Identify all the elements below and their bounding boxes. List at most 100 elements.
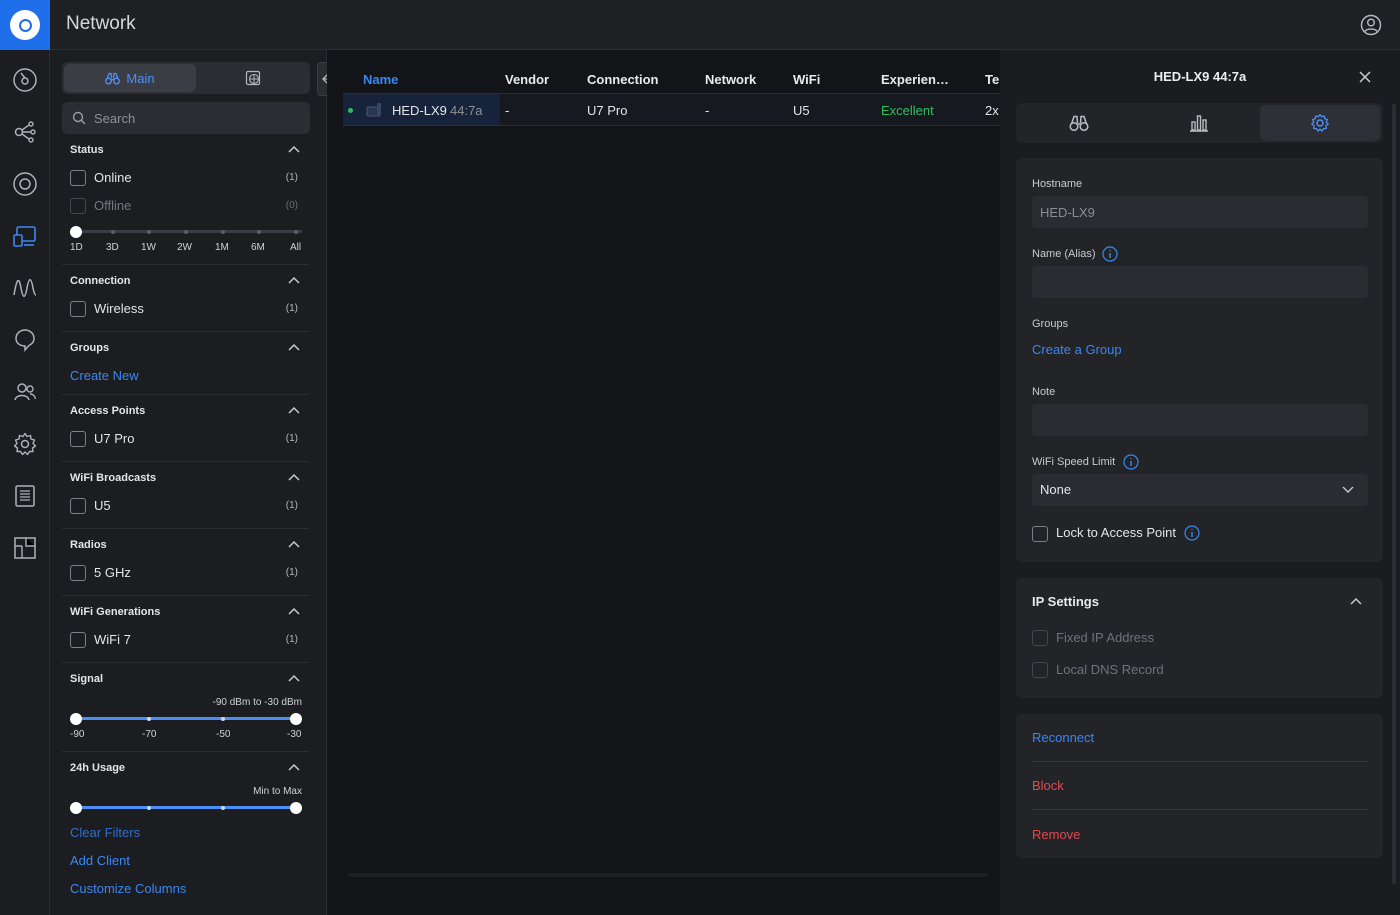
u5-checkbox[interactable] bbox=[70, 498, 86, 514]
note-input[interactable] bbox=[1032, 404, 1368, 436]
time-tick-label[interactable]: 3D bbox=[106, 242, 119, 253]
ubiquiti-logo[interactable] bbox=[0, 0, 50, 50]
info-icon[interactable] bbox=[1123, 454, 1139, 470]
client-vendor: - bbox=[505, 103, 510, 118]
speed-limit-select[interactable]: None bbox=[1032, 474, 1368, 506]
binoculars-icon bbox=[105, 72, 121, 84]
hostname-input bbox=[1032, 196, 1368, 228]
tab-overview[interactable] bbox=[1019, 105, 1139, 141]
u7-pro-checkbox[interactable] bbox=[70, 431, 86, 447]
chevron-up-icon[interactable] bbox=[288, 276, 300, 284]
usage-max-handle[interactable] bbox=[290, 802, 302, 814]
user-circle-icon[interactable] bbox=[1360, 14, 1382, 36]
online-checkbox[interactable] bbox=[70, 170, 86, 186]
tab-settings[interactable] bbox=[1260, 105, 1380, 141]
client-technology: 2x bbox=[985, 103, 999, 118]
chevron-up-icon[interactable] bbox=[288, 674, 300, 682]
time-tick-label[interactable]: 6M bbox=[251, 242, 265, 253]
alias-field[interactable] bbox=[1032, 266, 1368, 298]
table-row[interactable]: HED-LX9 44:7a - U7 Pro - U5 Excellent 2x bbox=[343, 93, 1003, 126]
devices-icon[interactable] bbox=[12, 171, 38, 197]
signal-max-handle[interactable] bbox=[290, 713, 302, 725]
dashboard-icon[interactable] bbox=[12, 67, 38, 93]
floorplan-icon[interactable] bbox=[12, 535, 38, 561]
block-button[interactable]: Block bbox=[1032, 778, 1064, 793]
info-icon[interactable] bbox=[1184, 525, 1200, 541]
column-header-connection[interactable]: Connection bbox=[587, 72, 659, 87]
chevron-up-icon[interactable] bbox=[288, 406, 300, 414]
info-icon[interactable] bbox=[1102, 246, 1118, 262]
u5-label: U5 bbox=[94, 498, 111, 513]
wireless-label: Wireless bbox=[94, 301, 144, 316]
column-header-vendor[interactable]: Vendor bbox=[505, 72, 549, 87]
local-dns-checkbox[interactable] bbox=[1032, 662, 1048, 678]
usage-min-handle[interactable] bbox=[70, 802, 82, 814]
chevron-up-icon[interactable] bbox=[288, 540, 300, 548]
fixed-ip-checkbox[interactable] bbox=[1032, 630, 1048, 646]
add-client-link[interactable]: Add Client bbox=[70, 853, 130, 868]
online-label: Online bbox=[94, 170, 132, 185]
create-group-link[interactable]: Create New bbox=[70, 368, 139, 383]
vertical-scrollbar[interactable] bbox=[1392, 104, 1396, 884]
wifi7-checkbox[interactable] bbox=[70, 632, 86, 648]
time-slider-handle[interactable] bbox=[70, 226, 82, 238]
client-connection[interactable]: U7 Pro bbox=[587, 103, 627, 118]
divider bbox=[62, 528, 309, 529]
remove-button[interactable]: Remove bbox=[1032, 827, 1080, 842]
wireless-checkbox[interactable] bbox=[70, 301, 86, 317]
column-header-experience[interactable]: Experien… bbox=[881, 72, 949, 87]
usage-slider[interactable] bbox=[50, 790, 318, 822]
time-tick bbox=[257, 229, 261, 234]
clear-filters-link[interactable]: Clear Filters bbox=[70, 825, 140, 840]
column-header-technology[interactable]: Te bbox=[985, 72, 999, 87]
lock-ap-checkbox[interactable] bbox=[1032, 526, 1048, 542]
logs-icon[interactable] bbox=[12, 483, 38, 509]
horizontal-scrollbar[interactable] bbox=[347, 873, 989, 877]
local-dns-label: Local DNS Record bbox=[1056, 662, 1164, 677]
topology-icon[interactable] bbox=[12, 119, 38, 145]
settings-icon[interactable] bbox=[12, 431, 38, 457]
tab-insights[interactable] bbox=[1139, 105, 1259, 141]
clients-icon[interactable] bbox=[12, 223, 38, 249]
offline-checkbox[interactable] bbox=[70, 198, 86, 214]
column-header-wifi[interactable]: WiFi bbox=[793, 72, 820, 87]
time-tick-label[interactable]: 1D bbox=[70, 242, 83, 253]
chevron-up-icon[interactable] bbox=[288, 145, 300, 153]
chevron-up-icon[interactable] bbox=[1350, 597, 1362, 605]
signal-tick-label: -90 bbox=[70, 729, 85, 740]
app-title: Network bbox=[66, 13, 136, 34]
time-tick-label[interactable]: 1W bbox=[141, 242, 156, 253]
customize-columns-link[interactable]: Customize Columns bbox=[70, 881, 186, 896]
web-tab-button[interactable] bbox=[198, 64, 308, 92]
client-name[interactable]: HED-LX9 bbox=[392, 103, 447, 118]
create-group-link[interactable]: Create a Group bbox=[1032, 342, 1122, 357]
close-icon[interactable] bbox=[1358, 70, 1372, 84]
main-tab-label: Main bbox=[126, 70, 155, 86]
chevron-up-icon[interactable] bbox=[288, 763, 300, 771]
search-input[interactable] bbox=[94, 102, 304, 134]
column-header-name[interactable]: Name bbox=[363, 72, 398, 87]
column-header-network[interactable]: Network bbox=[705, 72, 756, 87]
alias-input[interactable] bbox=[1032, 266, 1368, 298]
note-field[interactable] bbox=[1032, 404, 1368, 436]
binoculars-icon bbox=[1069, 115, 1089, 132]
time-tick-label[interactable]: All bbox=[290, 242, 301, 253]
reconnect-button[interactable]: Reconnect bbox=[1032, 730, 1094, 745]
chevron-up-icon[interactable] bbox=[288, 473, 300, 481]
statistics-icon[interactable] bbox=[12, 275, 38, 301]
client-experience: Excellent bbox=[881, 103, 934, 118]
time-tick-label[interactable]: 1M bbox=[215, 242, 229, 253]
insights-icon[interactable] bbox=[12, 327, 38, 353]
admins-icon[interactable] bbox=[12, 379, 38, 405]
time-tick-label[interactable]: 2W bbox=[177, 242, 192, 253]
search-icon bbox=[72, 111, 86, 125]
main-tab-button[interactable]: Main bbox=[64, 64, 196, 92]
time-tick bbox=[294, 229, 298, 234]
divider bbox=[62, 662, 309, 663]
chevron-up-icon[interactable] bbox=[288, 607, 300, 615]
5ghz-checkbox[interactable] bbox=[70, 565, 86, 581]
fixed-ip-label: Fixed IP Address bbox=[1056, 630, 1155, 645]
chevron-up-icon[interactable] bbox=[288, 343, 300, 351]
signal-min-handle[interactable] bbox=[70, 713, 82, 725]
signal-slider-track bbox=[76, 717, 296, 720]
